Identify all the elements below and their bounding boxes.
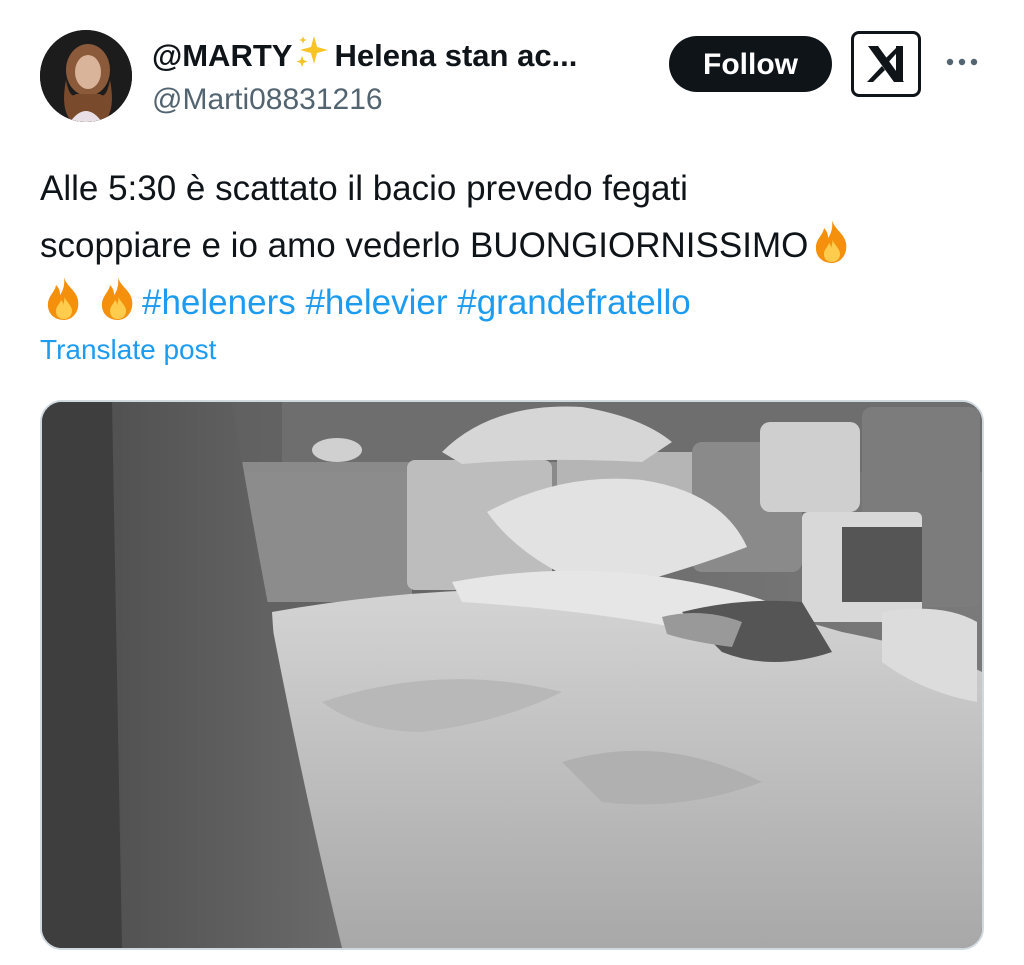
avatar[interactable] [40,30,132,122]
fire-icon [40,274,88,322]
x-logo-icon[interactable] [851,31,921,97]
hashtag-link[interactable]: #helevier [305,283,447,322]
author-display-name[interactable]: @MARTY Helena stan ac... [152,34,577,80]
author-handle[interactable]: @Marti08831216 [152,80,383,120]
more-horizontal-icon[interactable] [944,50,980,74]
sparkles-icon [294,34,330,80]
fire-icon [808,217,856,265]
tweet-text: Alle 5:30 è scattato il bacio prevedo fe… [40,160,985,331]
hashtag-link[interactable]: #heleners [142,283,296,322]
display-name-suffix: Helena stan ac... [334,38,578,73]
display-name-text: @MARTY [152,38,293,73]
tweet-media-image[interactable] [40,400,984,950]
tweet-line-2-text: scoppiare e io amo vederlo BUONGIORNISSI… [40,226,809,265]
translate-post-link[interactable]: Translate post [40,332,216,368]
follow-button[interactable]: Follow [669,36,832,92]
tweet-line-2: scoppiare e io amo vederlo BUONGIORNISSI… [40,217,985,274]
tweet-line-1: Alle 5:30 è scattato il bacio prevedo fe… [40,169,688,208]
fire-icon [94,274,142,322]
hashtag-link[interactable]: #grandefratello [457,283,691,322]
tweet-line-3: #heleners #helevier #grandefratello [40,274,985,331]
